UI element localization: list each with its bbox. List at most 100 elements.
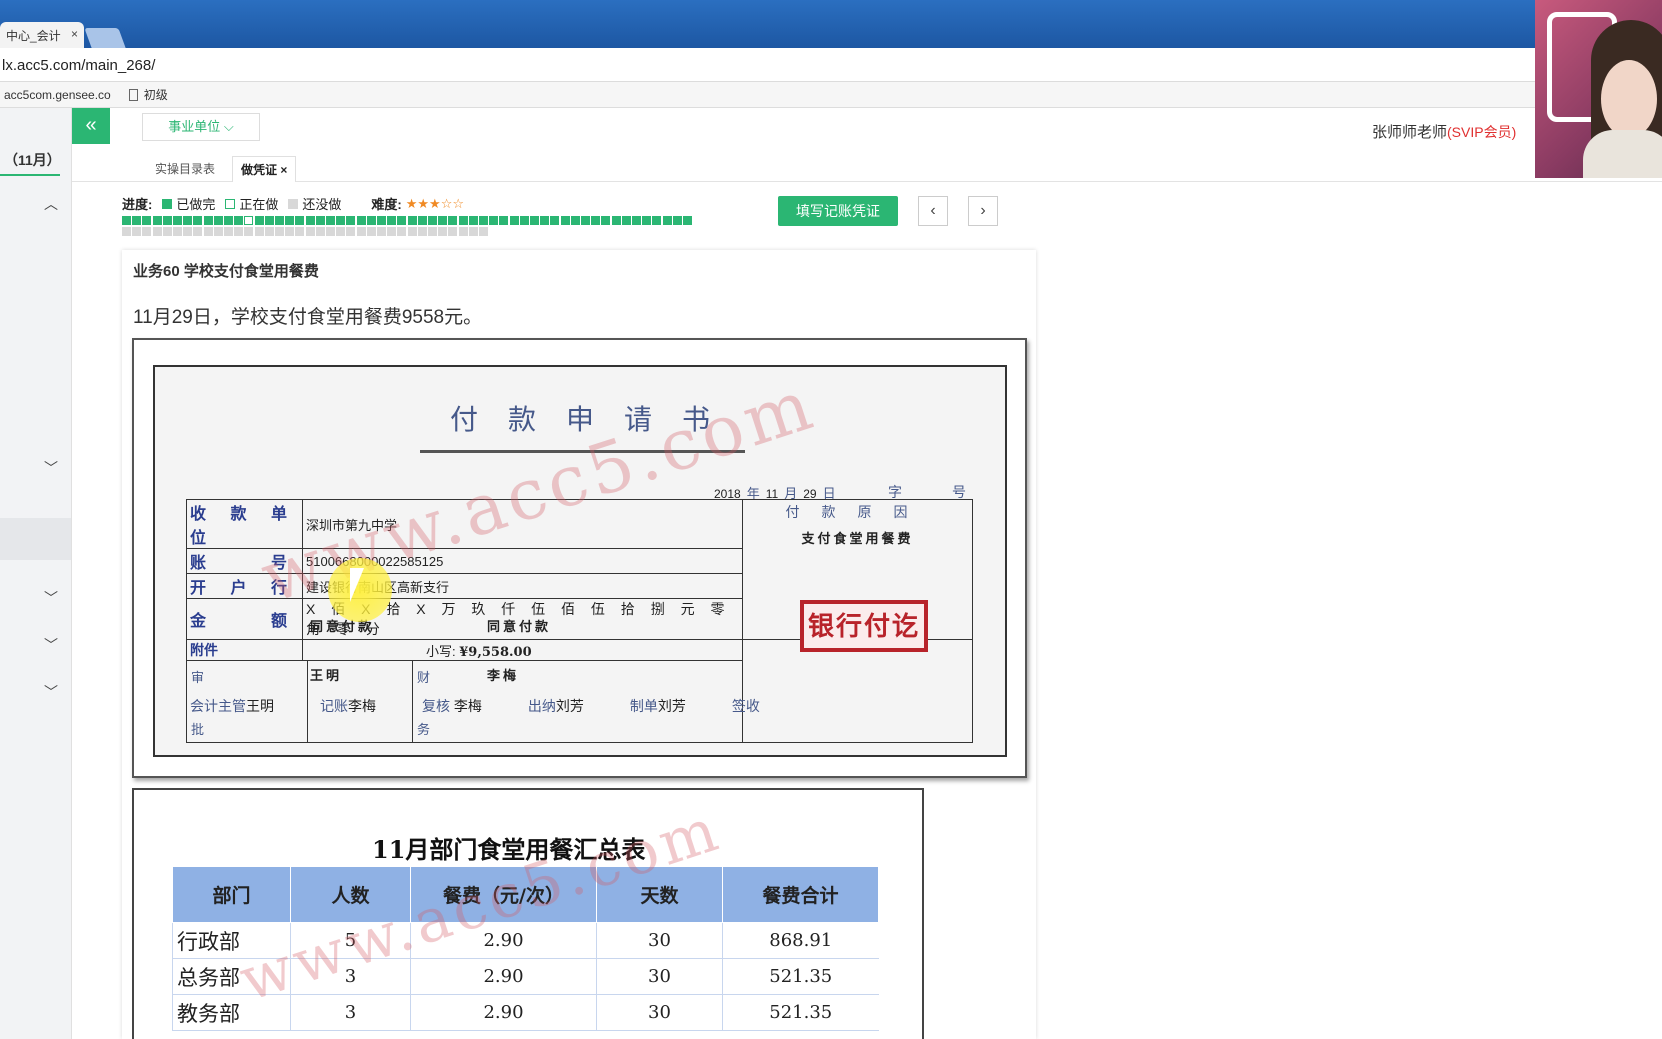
progress-cell[interactable] xyxy=(244,216,254,225)
prev-button[interactable]: ‹ xyxy=(918,196,948,226)
progress-cell[interactable] xyxy=(377,227,386,236)
progress-cell[interactable] xyxy=(122,227,131,236)
progress-cell[interactable] xyxy=(285,227,295,236)
progress-cell[interactable] xyxy=(254,227,264,236)
progress-cell[interactable] xyxy=(183,227,193,236)
progress-cell[interactable] xyxy=(632,216,641,225)
progress-cell[interactable] xyxy=(254,216,264,225)
progress-cell[interactable] xyxy=(652,216,662,225)
progress-cell[interactable] xyxy=(224,227,233,236)
progress-cell[interactable] xyxy=(468,216,478,225)
chevron-down-icon[interactable]: ﹀ xyxy=(44,635,58,653)
progress-cell[interactable] xyxy=(458,216,468,225)
progress-cell[interactable] xyxy=(581,216,590,225)
progress-cell[interactable] xyxy=(275,216,284,225)
progress-cell[interactable] xyxy=(244,227,254,236)
collapse-sidebar-button[interactable]: « xyxy=(72,108,110,144)
progress-cell[interactable] xyxy=(336,216,346,225)
progress-cell[interactable] xyxy=(489,216,499,225)
progress-cell[interactable] xyxy=(295,216,305,225)
progress-cell[interactable] xyxy=(193,216,203,225)
progress-cell[interactable] xyxy=(346,227,356,236)
progress-cell[interactable] xyxy=(448,227,458,236)
progress-cell[interactable] xyxy=(295,227,305,236)
progress-cell[interactable] xyxy=(122,216,131,225)
progress-cell[interactable] xyxy=(428,216,437,225)
progress-cell[interactable] xyxy=(397,216,407,225)
progress-cell[interactable] xyxy=(397,227,407,236)
browser-tab[interactable]: 中心_会计 × xyxy=(0,22,84,48)
close-icon[interactable]: × xyxy=(280,163,287,177)
progress-cell[interactable] xyxy=(132,227,142,236)
progress-cell[interactable] xyxy=(560,216,570,225)
address-bar[interactable]: lx.acc5.com/main_268/ xyxy=(0,48,1535,82)
tab-catalog[interactable]: 实操目录表 xyxy=(147,156,223,182)
progress-cell[interactable] xyxy=(672,216,682,225)
progress-cell[interactable] xyxy=(326,216,335,225)
progress-cell[interactable] xyxy=(591,216,601,225)
progress-cell[interactable] xyxy=(377,216,386,225)
progress-cell[interactable] xyxy=(213,216,223,225)
unit-type-select[interactable]: 事业单位 ⌵ xyxy=(142,113,260,141)
chevron-up-icon[interactable]: ︿ xyxy=(44,194,58,212)
progress-cell[interactable] xyxy=(234,216,244,225)
progress-cell[interactable] xyxy=(458,227,468,236)
progress-cell[interactable] xyxy=(519,216,529,225)
progress-cell[interactable] xyxy=(417,227,427,236)
progress-cell[interactable] xyxy=(479,227,488,236)
progress-cell[interactable] xyxy=(570,216,580,225)
progress-cell[interactable] xyxy=(326,227,335,236)
next-button[interactable]: › xyxy=(968,196,998,226)
progress-cell[interactable] xyxy=(315,227,325,236)
progress-cell[interactable] xyxy=(264,227,274,236)
progress-cell[interactable] xyxy=(550,216,560,225)
sidebar-month[interactable]: （11月） xyxy=(0,150,61,176)
progress-cell[interactable] xyxy=(438,227,448,236)
progress-cell[interactable] xyxy=(203,227,213,236)
progress-cell[interactable] xyxy=(387,216,397,225)
chevron-down-icon[interactable]: ﹀ xyxy=(44,458,58,476)
progress-cell[interactable] xyxy=(264,216,274,225)
progress-cell[interactable] xyxy=(315,216,325,225)
progress-cell[interactable] xyxy=(387,227,397,236)
tab-close-icon[interactable]: × xyxy=(71,27,78,43)
progress-cell[interactable] xyxy=(448,216,458,225)
progress-cell[interactable] xyxy=(621,216,631,225)
progress-cell[interactable] xyxy=(203,216,213,225)
progress-cell[interactable] xyxy=(366,216,376,225)
progress-cell[interactable] xyxy=(152,227,162,236)
progress-cell[interactable] xyxy=(642,216,652,225)
progress-cell[interactable] xyxy=(407,227,417,236)
progress-cell[interactable] xyxy=(305,227,315,236)
progress-cell[interactable] xyxy=(234,227,244,236)
progress-cell[interactable] xyxy=(213,227,223,236)
progress-cell[interactable] xyxy=(224,216,233,225)
progress-cell[interactable] xyxy=(356,216,366,225)
progress-cell[interactable] xyxy=(356,227,366,236)
bookmark-chuji[interactable]: 初级 xyxy=(128,86,168,103)
progress-cell[interactable] xyxy=(275,227,284,236)
new-tab-button[interactable] xyxy=(84,28,126,48)
progress-cell[interactable] xyxy=(530,216,539,225)
progress-cell[interactable] xyxy=(417,216,427,225)
progress-cell[interactable] xyxy=(173,227,182,236)
progress-cell[interactable] xyxy=(142,216,152,225)
progress-cell[interactable] xyxy=(468,227,478,236)
progress-cell[interactable] xyxy=(601,216,611,225)
progress-cell[interactable] xyxy=(305,216,315,225)
sidebar-active-item[interactable] xyxy=(0,518,71,560)
progress-cell[interactable] xyxy=(662,216,672,225)
progress-cell[interactable] xyxy=(540,216,550,225)
progress-cell[interactable] xyxy=(162,227,172,236)
progress-cell[interactable] xyxy=(611,216,621,225)
progress-cell[interactable] xyxy=(428,227,437,236)
progress-cell[interactable] xyxy=(438,216,448,225)
progress-cell[interactable] xyxy=(132,216,142,225)
progress-cell[interactable] xyxy=(509,216,519,225)
progress-cell[interactable] xyxy=(193,227,203,236)
progress-cell[interactable] xyxy=(499,216,509,225)
progress-cell[interactable] xyxy=(683,216,692,225)
progress-cell[interactable] xyxy=(152,216,162,225)
progress-cell[interactable] xyxy=(336,227,346,236)
progress-cell[interactable] xyxy=(366,227,376,236)
